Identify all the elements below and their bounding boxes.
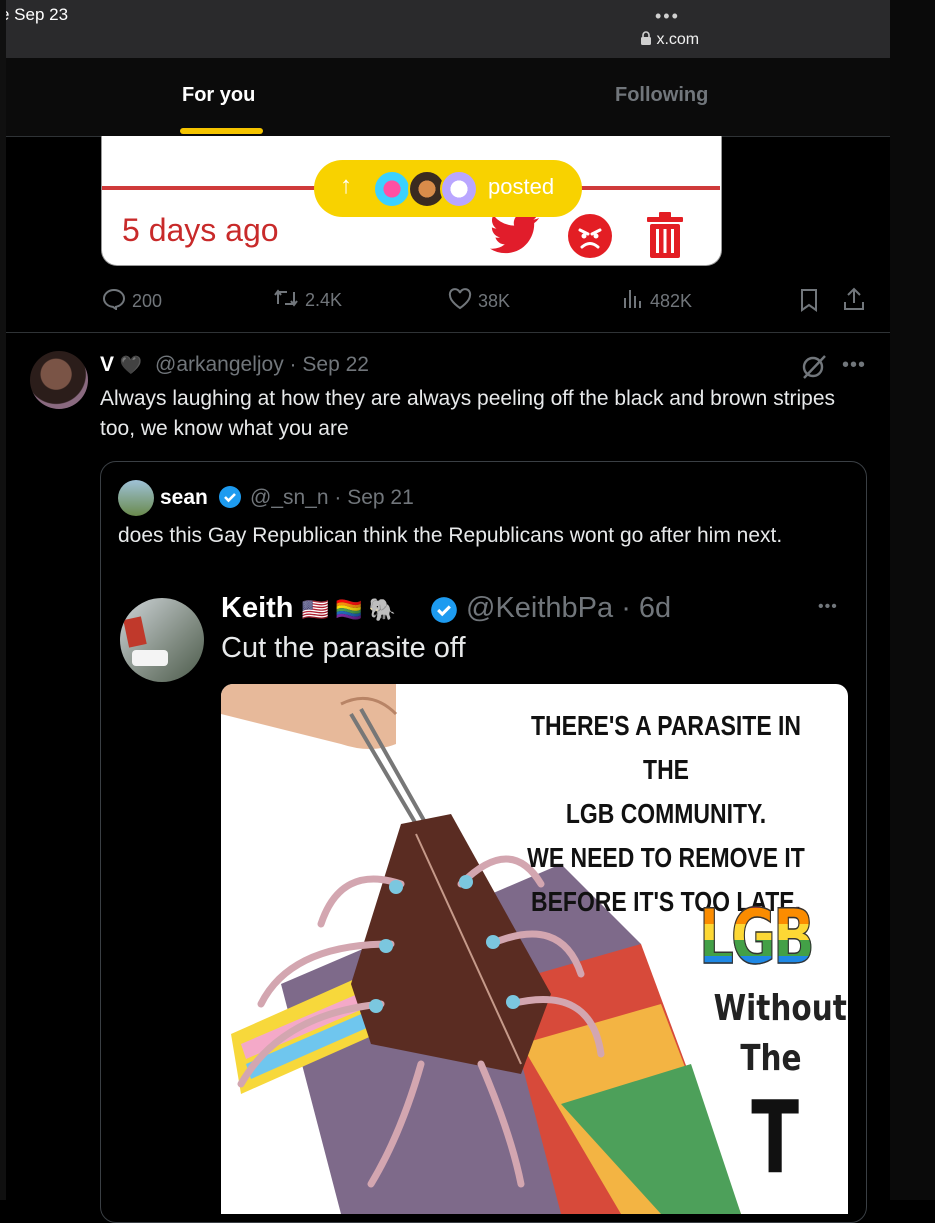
poster-avatar — [373, 170, 411, 208]
embed-date-text: 5 days ago — [122, 212, 279, 248]
nested-text: Cut the parasite off — [221, 632, 466, 664]
browser-status-bar — [0, 0, 935, 58]
post-text: Always laughing at how they are always p… — [100, 387, 836, 440]
angry-face-icon[interactable] — [568, 214, 612, 258]
repost-icon — [273, 288, 299, 313]
verified-badge-icon — [218, 485, 242, 514]
window-edge-left — [0, 0, 6, 1200]
browser-more-button[interactable]: ••• — [655, 6, 680, 27]
views-button[interactable]: 482K — [622, 288, 692, 315]
post-display-name[interactable]: V 🖤 — [100, 353, 142, 377]
tab-for-you[interactable]: For you — [182, 84, 255, 107]
trash-icon[interactable] — [645, 212, 685, 265]
avatar — [120, 598, 204, 682]
address-bar[interactable]: x.com — [640, 31, 699, 49]
window-edge-right — [890, 0, 935, 1200]
tab-following[interactable]: Following — [615, 84, 708, 107]
views-count: 482K — [650, 291, 693, 311]
verified-badge-icon — [430, 596, 458, 629]
post-more-button[interactable]: ••• — [842, 354, 866, 377]
like-count: 38K — [478, 291, 511, 311]
reply-button[interactable]: 200 — [102, 288, 162, 315]
status-date: e Sep 23 — [0, 5, 69, 24]
reply-icon — [102, 288, 126, 315]
new-posts-label: posted — [488, 174, 555, 199]
reply-count: 200 — [132, 291, 163, 311]
avatar[interactable] — [30, 351, 88, 409]
active-tab-indicator — [180, 128, 263, 134]
timeline-tabs — [6, 58, 890, 137]
quote-display-name: sean — [160, 486, 208, 509]
views-icon — [622, 288, 644, 315]
flag-emojis: 🇺🇸 🏳️‍🌈 🐘 — [301, 597, 396, 622]
nested-handle-date: @KeithbPa · 6d — [466, 592, 672, 624]
image-big-letter: T — [751, 1079, 799, 1196]
share-icon[interactable] — [842, 286, 866, 317]
lock-icon — [640, 31, 656, 48]
avatar — [118, 480, 154, 516]
bookmark-icon[interactable] — [798, 288, 820, 317]
nested-more-button: ••• — [818, 598, 838, 615]
post-divider — [6, 332, 890, 333]
quote-text: does this Gay Republican think the Repub… — [118, 524, 783, 547]
arrow-up-icon: ↑ — [340, 172, 352, 199]
post-handle-date[interactable]: @arkangeljoy · Sep 22 — [155, 353, 369, 377]
image-headline: THERE'S A PARASITE IN THE LGB COMMUNITY.… — [527, 710, 805, 917]
image-subtitle: Without The — [713, 988, 847, 1079]
repost-button[interactable]: 2.4K — [273, 288, 342, 313]
nested-display-name: Keith 🇺🇸 🏳️‍🌈 🐘 — [221, 592, 396, 624]
poster-avatar — [440, 170, 478, 208]
repost-count: 2.4K — [305, 290, 343, 310]
heart-icon — [448, 288, 472, 315]
black-heart-icon: 🖤 — [119, 355, 143, 375]
like-button[interactable]: 38K — [448, 288, 510, 315]
image-rainbow-logo-text: LGB — [698, 891, 815, 982]
post-image[interactable]: THERE'S A PARASITE IN THE LGB COMMUNITY.… — [221, 684, 848, 1214]
url-text: x.com — [656, 31, 700, 48]
grok-icon[interactable] — [800, 353, 828, 386]
quote-handle-date: @_sn_n · Sep 21 — [250, 486, 414, 509]
twitter-bird-icon — [490, 212, 540, 261]
